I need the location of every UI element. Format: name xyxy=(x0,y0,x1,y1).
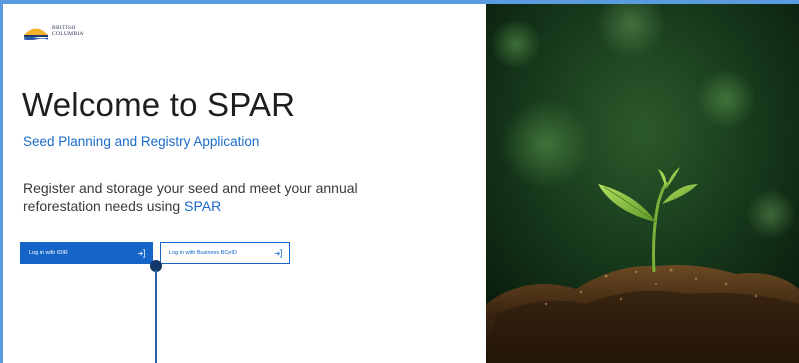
page-title: Welcome to SPAR xyxy=(22,86,296,123)
seedling-image xyxy=(486,4,799,363)
bc-logo-text: BRITISH COLUMBIA xyxy=(52,25,84,37)
login-idir-label: Log in with IDIR xyxy=(29,250,68,256)
login-panel: BRITISH COLUMBIA Welcome to SPAR Seed Pl… xyxy=(3,4,486,363)
logo-line-2: COLUMBIA xyxy=(52,31,84,37)
bc-logo-icon xyxy=(24,28,48,40)
login-bceid-label: Log in with Business BCeID xyxy=(169,250,237,256)
page-description: Register and storage your seed and meet … xyxy=(23,179,403,215)
annotation-line xyxy=(155,270,157,363)
app-window: BRITISH COLUMBIA Welcome to SPAR Seed Pl… xyxy=(3,4,799,363)
bc-logo: BRITISH COLUMBIA xyxy=(23,22,84,40)
login-icon xyxy=(137,249,146,257)
description-spar-link: SPAR xyxy=(184,198,222,214)
page-subtitle: Seed Planning and Registry Application xyxy=(23,134,260,149)
login-idir-button[interactable]: Log in with IDIR xyxy=(20,242,153,264)
login-icon xyxy=(274,249,283,257)
login-bceid-button[interactable]: Log in with Business BCeID xyxy=(160,242,290,264)
